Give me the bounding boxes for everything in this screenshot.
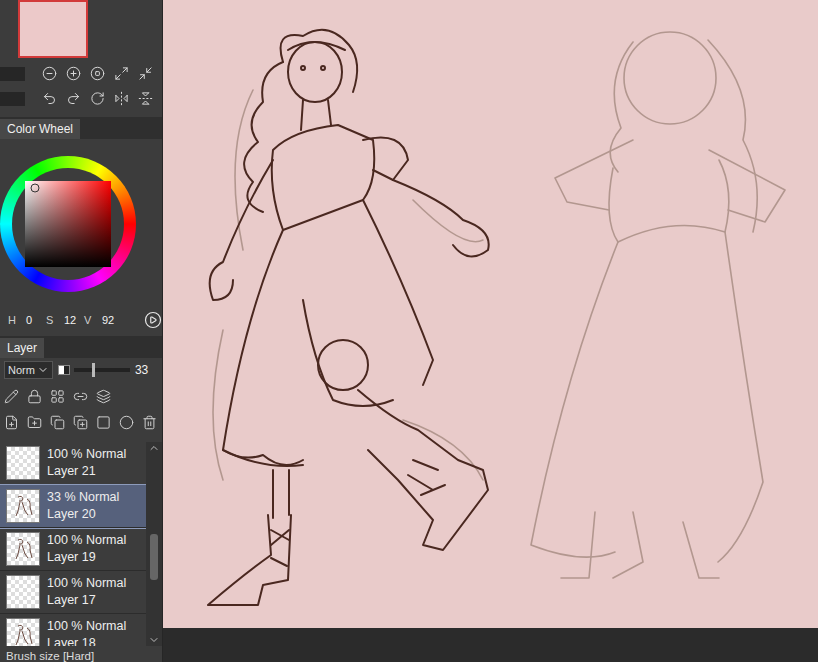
channel-value[interactable]: 92 bbox=[102, 314, 116, 326]
opacity-value[interactable]: 33 bbox=[135, 363, 149, 377]
hue-ring-hole bbox=[12, 168, 124, 280]
opacity-icon bbox=[58, 365, 70, 375]
channel-label: V bbox=[84, 314, 96, 326]
mask-circle-icon[interactable] bbox=[119, 415, 134, 430]
layer-art-icon bbox=[10, 536, 36, 562]
layer-name[interactable]: Layer 20 bbox=[47, 506, 119, 523]
layer-actions-row bbox=[0, 409, 162, 435]
hsv-readout: H0S 12 V 92 bbox=[0, 310, 162, 330]
layer-text: 33 % NormalLayer 20 bbox=[47, 489, 119, 523]
layer-status: 100 % Normal bbox=[47, 446, 126, 463]
fit-icon[interactable] bbox=[90, 66, 105, 81]
main-area bbox=[163, 0, 818, 662]
layer-thumbnail bbox=[6, 618, 40, 646]
layer-thumbnail bbox=[6, 446, 40, 480]
layer-status: 33 % Normal bbox=[47, 489, 119, 506]
layer-thumbnail bbox=[6, 532, 40, 566]
grid-icon[interactable] bbox=[50, 389, 65, 404]
mask-icon[interactable] bbox=[96, 415, 111, 430]
channel-value[interactable]: 0 bbox=[26, 314, 40, 326]
opacity-handle[interactable] bbox=[92, 363, 95, 377]
bottom-bar bbox=[163, 628, 818, 662]
rotate-right-icon[interactable] bbox=[66, 91, 81, 106]
trash-icon[interactable] bbox=[142, 415, 157, 430]
layer-row[interactable]: 100 % NormalLayer 17 bbox=[0, 571, 146, 614]
layer-status: 100 % Normal bbox=[47, 532, 126, 549]
layer-name[interactable]: Layer 17 bbox=[47, 592, 126, 609]
canvas-artwork[interactable] bbox=[163, 0, 818, 628]
layer-text: 100 % NormalLayer 21 bbox=[47, 446, 126, 480]
zoom-out-icon[interactable] bbox=[42, 66, 57, 81]
new-layer-icon[interactable] bbox=[4, 415, 19, 430]
layer-row[interactable]: 100 % NormalLayer 21 bbox=[0, 442, 146, 485]
reset-rotation-icon[interactable] bbox=[90, 91, 105, 106]
color-wheel-area bbox=[0, 139, 162, 310]
blend-row: Norm 33 bbox=[0, 358, 162, 384]
color-wheel-tab[interactable]: Color Wheel bbox=[0, 119, 80, 139]
layer-status: 100 % Normal bbox=[47, 575, 126, 592]
color-marker[interactable] bbox=[31, 184, 40, 193]
clip-icon[interactable] bbox=[73, 389, 88, 404]
navigator-toolbar bbox=[0, 62, 162, 87]
opacity-slider[interactable] bbox=[58, 364, 130, 376]
layer-row[interactable]: 33 % NormalLayer 20 bbox=[0, 485, 146, 528]
layer-name[interactable]: Layer 19 bbox=[47, 549, 126, 566]
play-icon[interactable] bbox=[144, 311, 162, 329]
layer-text: 100 % NormalLayer 17 bbox=[47, 575, 126, 609]
blend-mode-select[interactable]: Norm bbox=[4, 361, 53, 379]
pen-icon[interactable] bbox=[4, 389, 19, 404]
layer-row[interactable]: 100 % NormalLayer 19 bbox=[0, 528, 146, 571]
scroll-up-icon[interactable] bbox=[148, 442, 160, 454]
zoom-slider[interactable] bbox=[0, 67, 25, 81]
lock-icon[interactable] bbox=[27, 389, 42, 404]
rotate-left-icon[interactable] bbox=[42, 91, 57, 106]
reference-icon[interactable] bbox=[96, 389, 111, 404]
chevron-down-icon bbox=[37, 364, 49, 376]
rotate-slider[interactable] bbox=[0, 92, 25, 106]
new-folder-icon[interactable] bbox=[27, 415, 42, 430]
layer-art-icon bbox=[10, 493, 36, 519]
side-panel: Color Wheel H0S 12 V 92 Layer Norm 33 100 % Norm… bbox=[0, 0, 163, 662]
rotate-toolbar bbox=[0, 86, 162, 111]
navigator bbox=[0, 0, 162, 62]
layer-tab-bar: Layer bbox=[0, 336, 162, 358]
layer-name[interactable]: Layer 18 bbox=[47, 635, 126, 646]
scroll-thumb[interactable] bbox=[150, 534, 158, 580]
layer-scrollbar[interactable] bbox=[146, 442, 162, 646]
zoom-in-icon[interactable] bbox=[66, 66, 81, 81]
color-tab-bar: Color Wheel bbox=[0, 117, 162, 139]
canvas[interactable] bbox=[163, 0, 818, 628]
brush-size-title: Brush size [Hard] bbox=[0, 646, 162, 662]
layer-status: 100 % Normal bbox=[47, 618, 126, 635]
shrink-icon[interactable] bbox=[138, 66, 153, 81]
hue-ring[interactable] bbox=[0, 156, 136, 292]
navigator-thumbnail[interactable] bbox=[18, 0, 88, 58]
layer-tab[interactable]: Layer bbox=[0, 338, 44, 358]
layer-text: 100 % NormalLayer 19 bbox=[47, 532, 126, 566]
layer-text: 100 % NormalLayer 18 bbox=[47, 618, 126, 646]
channel-label: S bbox=[46, 314, 58, 326]
app-window: Color Wheel H0S 12 V 92 Layer Norm 33 100 % Norm… bbox=[0, 0, 818, 662]
layer-thumbnail bbox=[6, 489, 40, 523]
saturation-value-square[interactable] bbox=[25, 181, 111, 267]
layer-row[interactable]: 100 % NormalLayer 18 bbox=[0, 614, 146, 646]
expand-icon[interactable] bbox=[114, 66, 129, 81]
layer-list-wrap: 100 % NormalLayer 2133 % NormalLayer 201… bbox=[0, 442, 162, 646]
scroll-down-icon[interactable] bbox=[148, 634, 160, 646]
layer-thumbnail bbox=[6, 575, 40, 609]
layer-art-icon bbox=[10, 622, 36, 646]
flip-vertical-icon[interactable] bbox=[138, 91, 153, 106]
opacity-track bbox=[74, 368, 130, 372]
channel-value[interactable]: 12 bbox=[64, 314, 78, 326]
layer-list: 100 % NormalLayer 2133 % NormalLayer 201… bbox=[0, 442, 146, 646]
channel-label: H bbox=[8, 314, 20, 326]
copy-icon[interactable] bbox=[50, 415, 65, 430]
flip-horizontal-icon[interactable] bbox=[114, 91, 129, 106]
layer-options-row bbox=[0, 383, 162, 409]
merge-icon[interactable] bbox=[73, 415, 88, 430]
layer-name[interactable]: Layer 21 bbox=[47, 463, 126, 480]
